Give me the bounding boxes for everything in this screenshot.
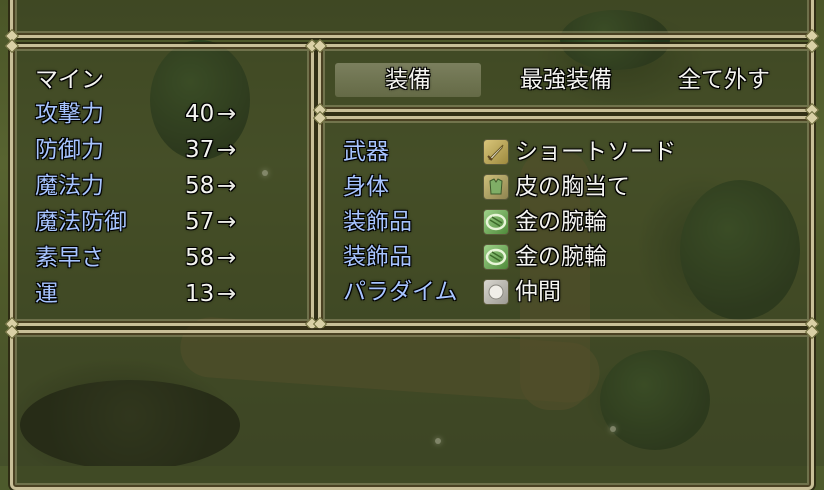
stat-value: 58 [185,173,215,199]
sword-icon [483,139,509,165]
stat-label: 運 [35,281,58,307]
command-optimize[interactable]: 最強装備 [493,63,639,97]
item-name: 金の腕輪 [515,244,607,270]
stat-row-luck: 運 13 → [35,279,275,309]
command-equip[interactable]: 装備 [335,63,481,97]
item-name: 皮の胸当て [515,174,630,200]
slot-label: パラダイム [343,279,458,305]
arrow-icon: → [217,281,237,307]
arrow-icon: → [217,101,237,127]
armor-icon [483,174,509,200]
stat-row-attack: 攻撃力 40 → [35,99,275,129]
arrow-icon: → [217,173,237,199]
equip-slot-accessory-1[interactable]: 装飾品 金の腕輪 [343,205,783,239]
stat-value: 13 [185,281,215,307]
stat-value: 58 [185,245,215,271]
arrow-icon: → [217,209,237,235]
equip-slot-window: 武器 ショートソード 身体 皮の胸当て 装飾品 金の腕輪 装飾品 金の腕輪 パラ… [312,110,820,332]
stat-label: 攻撃力 [35,101,104,127]
actor-name: マイン [35,67,104,93]
equip-slot-accessory-2[interactable]: 装飾品 金の腕輪 [343,240,783,274]
stat-row-agility: 素早さ 58 → [35,243,275,273]
item-name: 金の腕輪 [515,209,607,235]
item-name: ショートソード [515,139,676,165]
bracelet-icon [483,244,509,270]
status-window: マイン 攻撃力 40 → 防御力 37 → 魔法力 58 → 魔法防御 57 →… [4,38,320,332]
equip-slot-weapon[interactable]: 武器 ショートソード [343,135,783,169]
slot-label: 武器 [343,139,389,165]
stat-value: 40 [185,101,215,127]
equip-slot-paradigm[interactable]: パラダイム 仲間 [343,275,783,309]
stat-row-defense: 防御力 37 → [35,135,275,165]
stat-value: 57 [185,209,215,235]
arrow-icon: → [217,245,237,271]
stat-label: 魔法力 [35,173,104,199]
bracelet-icon [483,209,509,235]
stat-row-magic-attack: 魔法力 58 → [35,171,275,201]
help-window [4,0,820,44]
equip-slot-body[interactable]: 身体 皮の胸当て [343,170,783,204]
command-window: 装備 最強装備 全て外す [312,38,820,118]
stat-label: 防御力 [35,137,104,163]
stat-value: 37 [185,137,215,163]
slot-label: 装飾品 [343,244,412,270]
arrow-icon: → [217,137,237,163]
item-name: 仲間 [515,279,561,305]
stat-label: 素早さ [35,245,104,271]
paradigm-icon [483,279,509,305]
item-list-window [4,324,820,490]
slot-label: 身体 [343,174,389,200]
stat-row-magic-defense: 魔法防御 57 → [35,207,275,237]
command-remove-all[interactable]: 全て外す [651,63,797,97]
slot-label: 装飾品 [343,209,412,235]
stat-label: 魔法防御 [35,209,127,235]
